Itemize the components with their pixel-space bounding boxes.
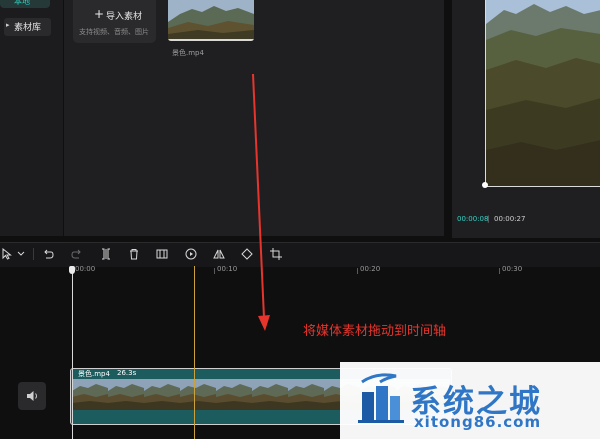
import-media-label: 导入素材	[106, 12, 143, 22]
crop-handle[interactable]	[482, 182, 488, 188]
freeze-frame-icon[interactable]	[155, 246, 169, 262]
import-hint: 支持视频、音频、图片	[79, 28, 149, 36]
media-thumbnail[interactable]	[168, 0, 254, 41]
expand-arrow-icon: ▸	[6, 21, 10, 29]
timeline-toolbar	[0, 242, 600, 267]
ruler-label: 00:30	[502, 265, 523, 273]
rotate-icon[interactable]	[240, 246, 254, 262]
ruler-tick	[499, 268, 500, 274]
watermark-url: xitong86.com	[414, 413, 542, 431]
ruler-label: 00:20	[360, 265, 381, 273]
mirror-icon[interactable]	[212, 246, 226, 262]
instruction-annotation: 将媒体素材拖动到时间轴	[303, 324, 447, 339]
nav-item-library-label: 素材库	[14, 23, 42, 33]
playhead-handle[interactable]	[69, 266, 75, 274]
current-time: 00:00:08	[457, 215, 489, 223]
ruler-tick	[357, 268, 358, 274]
toolbar-divider	[33, 248, 34, 260]
time-separator: |	[487, 215, 490, 223]
ruler-label: 00:10	[217, 265, 238, 273]
play-circle-icon[interactable]	[184, 246, 198, 262]
total-time: 00:00:27	[494, 215, 526, 223]
pointer-icon[interactable]	[0, 246, 14, 262]
clip-title: 景色.mp4	[78, 370, 110, 378]
playhead-line[interactable]	[72, 266, 73, 439]
nav-item-local-label: 本地	[14, 0, 30, 6]
track-mute-button[interactable]	[18, 382, 46, 410]
speaker-icon	[27, 391, 37, 401]
ruler-tick	[214, 268, 215, 274]
delete-icon[interactable]	[127, 246, 141, 262]
watermark-logo	[358, 373, 404, 423]
ruler-label: 00:00	[75, 265, 96, 273]
chevron-down-icon[interactable]	[14, 246, 28, 262]
preview-video[interactable]	[485, 0, 600, 187]
clip-duration: 26.3s	[117, 369, 137, 377]
plus-icon: +	[93, 7, 105, 21]
frame-marker-line	[194, 266, 195, 439]
split-icon[interactable]	[99, 246, 113, 262]
undo-icon[interactable]	[41, 246, 55, 262]
crop-icon[interactable]	[269, 246, 283, 262]
media-filename: 景色.mp4	[172, 49, 204, 57]
redo-icon[interactable]	[70, 246, 84, 262]
